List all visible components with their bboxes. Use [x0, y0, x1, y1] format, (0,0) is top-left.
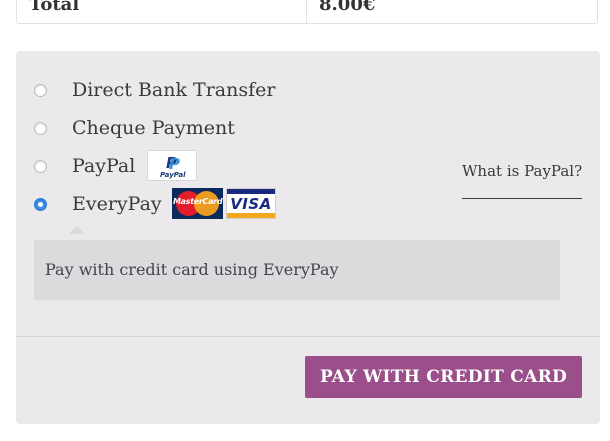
- radio-cheque-payment[interactable]: [34, 121, 47, 135]
- order-total-label: Total: [29, 0, 80, 15]
- radio-everypay[interactable]: [34, 197, 47, 211]
- order-total-row: Total 8.00€: [16, 0, 598, 24]
- pay-with-credit-card-button[interactable]: PAY WITH CREDIT CARD: [305, 356, 582, 398]
- paypal-logo-icon: P P PayPal: [147, 150, 197, 181]
- payment-method-label[interactable]: Cheque Payment: [72, 117, 235, 139]
- divider: [16, 336, 600, 337]
- payment-methods-panel: Direct Bank Transfer Cheque Payment PayP…: [16, 51, 600, 424]
- order-total-value: 8.00€: [319, 0, 376, 15]
- radio-paypal[interactable]: [34, 159, 47, 173]
- payment-method-description: Pay with credit card using EveryPay: [34, 240, 560, 300]
- payment-method-label[interactable]: PayPal: [72, 155, 135, 177]
- visa-logo-text: VISA: [230, 195, 272, 213]
- mastercard-logo-text: MasterCard: [173, 197, 223, 206]
- payment-method-label[interactable]: Direct Bank Transfer: [72, 79, 275, 101]
- mastercard-logo-icon: MasterCard: [172, 188, 223, 219]
- description-text: Pay with credit card using EveryPay: [45, 260, 339, 279]
- what-is-paypal-link[interactable]: What is PayPal?: [462, 162, 582, 180]
- radio-direct-bank-transfer[interactable]: [34, 83, 47, 97]
- description-pointer: [69, 226, 85, 234]
- visa-logo-icon: VISA: [226, 188, 276, 219]
- payment-method-label[interactable]: EveryPay: [72, 193, 162, 215]
- table-divider: [306, 0, 307, 23]
- link-underline: [462, 198, 582, 199]
- paypal-logo-text: PayPal: [160, 171, 186, 179]
